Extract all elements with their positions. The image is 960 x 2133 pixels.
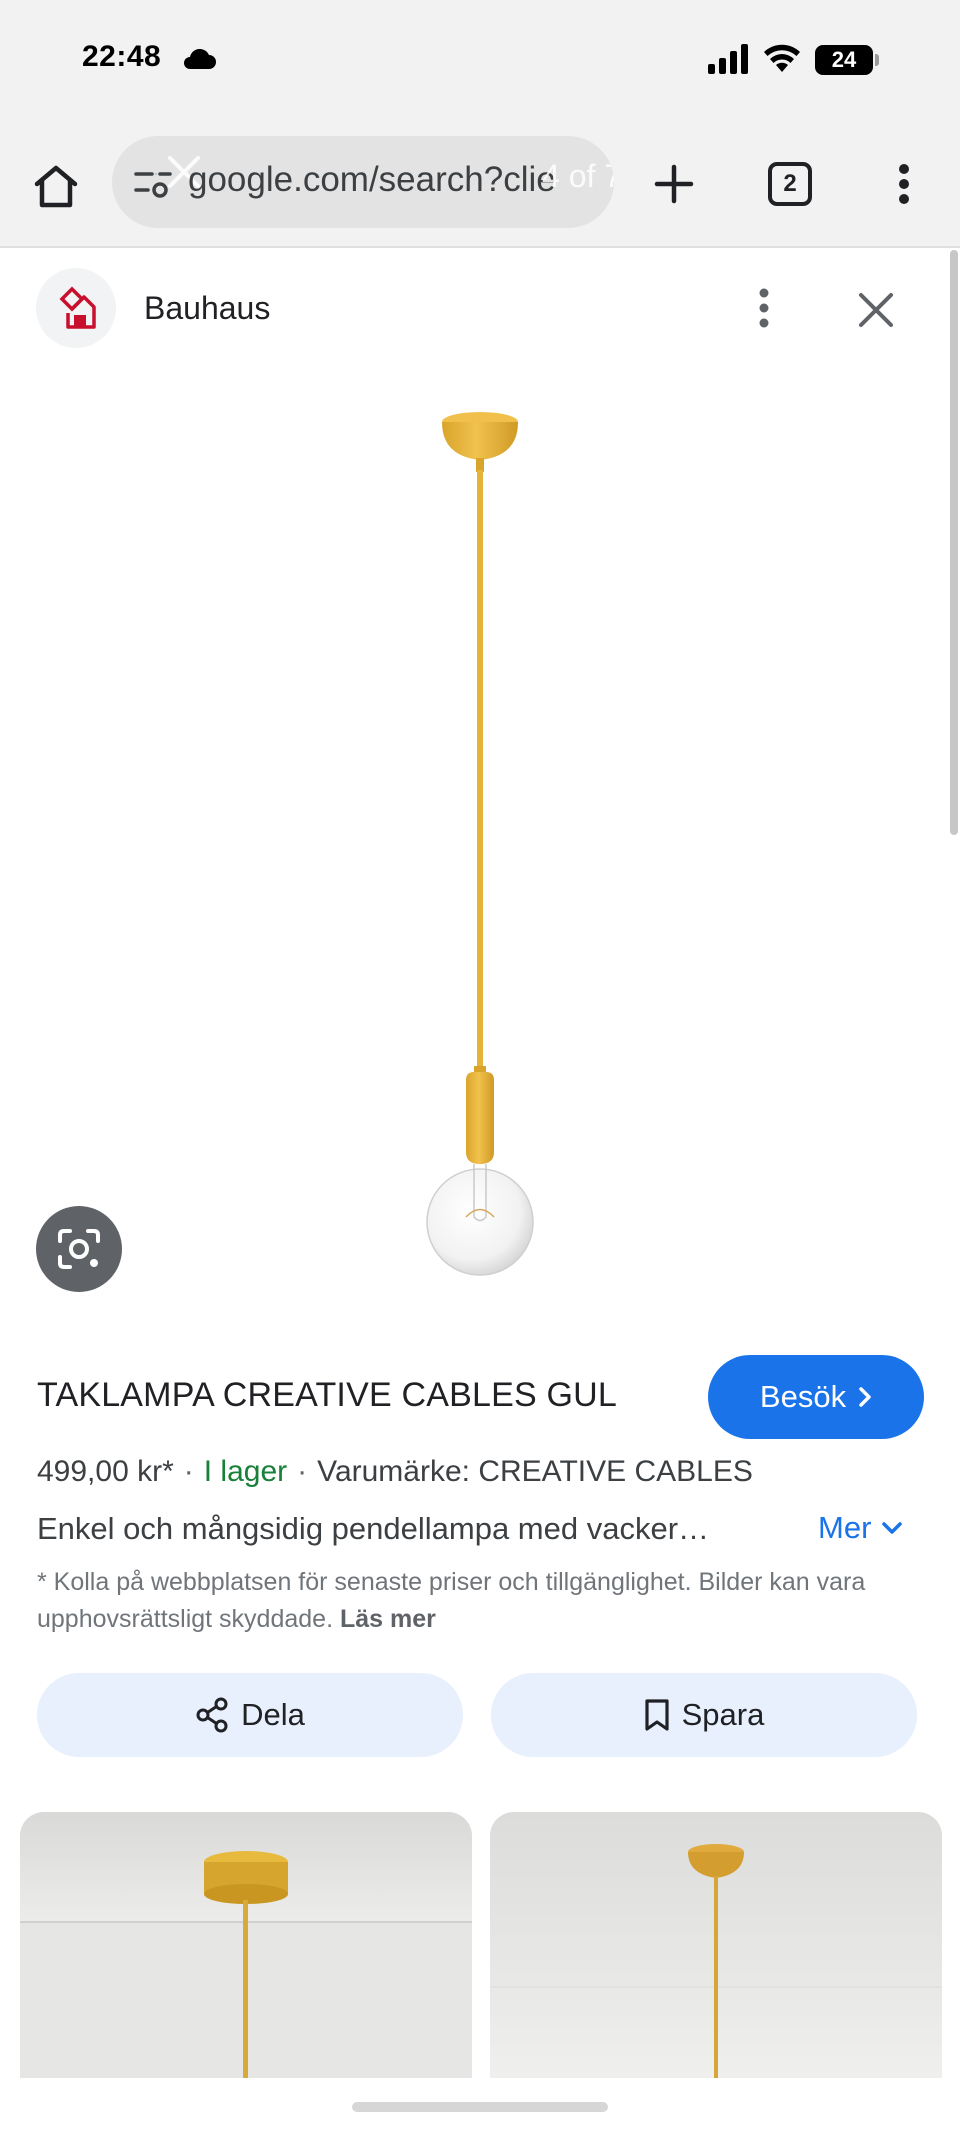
product-meta: 499,00 kr* · I lager · Varumärke: CREATIVE C… (37, 1455, 753, 1488)
bauhaus-logo[interactable] (36, 268, 116, 348)
browser-menu-button[interactable] (880, 156, 928, 212)
close-button[interactable] (852, 286, 900, 334)
browser-toolbar: google.com/search?clie 4 of 7 2 (0, 120, 960, 248)
save-button[interactable]: Spara (491, 1673, 917, 1757)
battery-level: 24 (831, 47, 857, 72)
lamp-thumbnail-image (20, 1812, 472, 2078)
cloud-icon (182, 48, 216, 74)
more-label: Mer (818, 1510, 872, 1545)
home-icon (34, 165, 78, 208)
price-disclaimer: * Kolla på webbplatsen för senaste prise… (37, 1564, 927, 1638)
save-label: Spara (681, 1697, 765, 1732)
lamp-thumbnail-image (490, 1812, 942, 2078)
tab-switcher-button[interactable]: 2 (768, 162, 812, 206)
visit-button-label: Besök (759, 1379, 847, 1414)
more-vert-icon (899, 164, 909, 204)
stock-status: I lager (203, 1455, 288, 1488)
tune-icon[interactable] (134, 166, 172, 203)
product-image[interactable] (0, 372, 945, 1332)
related-image-1[interactable] (20, 1812, 472, 2078)
product-price: 499,00 kr* (37, 1455, 174, 1488)
battery-indicator: 24 (815, 45, 879, 75)
product-brand: Varumärke: CREATIVE CABLES (317, 1455, 753, 1488)
visit-button[interactable]: Besök (708, 1355, 924, 1439)
home-button[interactable] (28, 158, 84, 214)
home-gesture-bar[interactable] (352, 2102, 608, 2112)
more-options-button[interactable] (748, 286, 780, 330)
google-lens-button[interactable] (36, 1206, 122, 1292)
product-title: TAKLAMPA CREATIVE CABLES GUL (37, 1376, 617, 1414)
share-button[interactable]: Dela (37, 1673, 463, 1757)
product-description: Enkel och mångsidig pendellampa med vack… (37, 1511, 710, 1546)
lens-icon (58, 1229, 100, 1269)
new-tab-button[interactable] (646, 156, 702, 212)
scrollbar[interactable] (950, 250, 958, 835)
more-vert-icon (759, 288, 769, 328)
share-label: Dela (241, 1697, 305, 1732)
read-more-link[interactable]: Läs mer (340, 1605, 436, 1633)
status-bar: 22:48 24 (0, 0, 960, 120)
source-name[interactable]: Bauhaus (144, 290, 270, 327)
tab-count: 2 (783, 170, 797, 197)
image-counter: 4 of 7 (542, 158, 614, 194)
plus-icon (654, 164, 694, 204)
url-bar[interactable]: google.com/search?clie 4 of 7 (112, 136, 614, 228)
related-image-2[interactable] (490, 1812, 942, 2078)
share-icon (196, 1697, 228, 1733)
chevron-right-icon (859, 1387, 871, 1407)
wifi-icon (762, 42, 802, 79)
disclaimer-text: * Kolla på webbplatsen för senaste prise… (37, 1568, 866, 1633)
status-time: 22:48 (82, 40, 162, 73)
url-text: google.com/search?clie (188, 160, 556, 199)
close-icon (859, 293, 893, 327)
chevron-down-icon (882, 1522, 903, 1534)
more-button[interactable]: Mer (818, 1510, 903, 1546)
pendant-lamp-image (426, 412, 534, 1276)
cellular-signal-icon (708, 44, 750, 79)
bookmark-icon (645, 1699, 669, 1731)
